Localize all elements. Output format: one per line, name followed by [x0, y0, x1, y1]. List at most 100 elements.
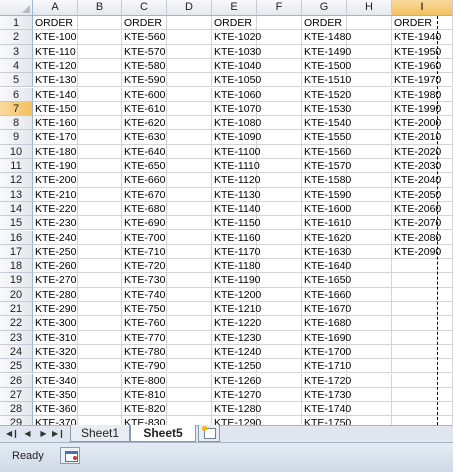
cell-a19[interactable]: KTE-270	[33, 273, 78, 288]
cell-d29[interactable]	[167, 416, 212, 425]
cell-b11[interactable]	[78, 159, 122, 174]
cell-a21[interactable]: KTE-290	[33, 302, 78, 317]
cell-i6[interactable]: KTE-1980	[392, 87, 453, 102]
cell-d24[interactable]	[167, 344, 212, 360]
cell-a13[interactable]: KTE-210	[33, 187, 78, 202]
cell-g15[interactable]: KTE-1610	[302, 216, 351, 231]
cell-i2[interactable]: KTE-1940	[392, 30, 453, 45]
cell-e10[interactable]: KTE-1100	[212, 144, 261, 159]
cell-h7[interactable]	[347, 101, 392, 117]
cell-f5[interactable]	[257, 73, 302, 88]
cell-a22[interactable]: KTE-300	[33, 316, 78, 331]
row-header-9[interactable]: 9	[0, 130, 33, 145]
row-header-6[interactable]: 6	[0, 87, 33, 102]
cell-d8[interactable]	[167, 116, 212, 131]
cell-f22[interactable]	[257, 316, 302, 331]
cell-g13[interactable]: KTE-1590	[302, 187, 351, 202]
cell-h24[interactable]	[347, 344, 392, 360]
cell-e7[interactable]: KTE-1070	[212, 101, 261, 117]
cell-g11[interactable]: KTE-1570	[302, 159, 351, 174]
row-header-15[interactable]: 15	[0, 216, 33, 231]
row-header-20[interactable]: 20	[0, 287, 33, 302]
cell-e22[interactable]: KTE-1220	[212, 316, 261, 331]
cell-g4[interactable]: KTE-1500	[302, 58, 351, 74]
cell-a24[interactable]: KTE-320	[33, 344, 78, 360]
cell-g8[interactable]: KTE-1540	[302, 116, 351, 131]
cell-b17[interactable]	[78, 244, 122, 260]
cell-a25[interactable]: KTE-330	[33, 359, 78, 374]
cell-h13[interactable]	[347, 187, 392, 202]
cell-f13[interactable]	[257, 187, 302, 202]
cell-b14[interactable]	[78, 201, 122, 217]
cell-h29[interactable]	[347, 416, 392, 425]
cell-f17[interactable]	[257, 244, 302, 260]
cell-f25[interactable]	[257, 359, 302, 374]
cell-c24[interactable]: KTE-780	[122, 344, 167, 360]
cell-e2[interactable]: KTE-1020	[212, 30, 261, 45]
cell-h3[interactable]	[347, 44, 392, 59]
cell-a17[interactable]: KTE-250	[33, 244, 78, 260]
cell-c23[interactable]: KTE-770	[122, 330, 167, 345]
row-header-21[interactable]: 21	[0, 302, 33, 317]
cell-e14[interactable]: KTE-1140	[212, 201, 261, 217]
row-header-23[interactable]: 23	[0, 330, 33, 345]
cell-g25[interactable]: KTE-1710	[302, 359, 351, 374]
cell-g19[interactable]: KTE-1650	[302, 273, 351, 288]
cell-d28[interactable]	[167, 402, 212, 417]
row-header-14[interactable]: 14	[0, 201, 33, 217]
cell-h25[interactable]	[347, 359, 392, 374]
column-header-i[interactable]: I	[392, 0, 453, 16]
cell-a4[interactable]: KTE-120	[33, 58, 78, 74]
cell-b19[interactable]	[78, 273, 122, 288]
cell-b27[interactable]	[78, 387, 122, 403]
horizontal-scroll-area[interactable]	[220, 426, 453, 442]
cell-a14[interactable]: KTE-220	[33, 201, 78, 217]
cell-i10[interactable]: KTE-2020	[392, 144, 453, 159]
row-header-29[interactable]: 29	[0, 416, 33, 425]
cell-c2[interactable]: KTE-560	[122, 30, 167, 45]
cell-b12[interactable]	[78, 173, 122, 188]
cell-c5[interactable]: KTE-590	[122, 73, 167, 88]
cell-i21[interactable]	[392, 302, 453, 317]
cell-i18[interactable]	[392, 259, 453, 274]
cell-e1[interactable]: ORDER	[212, 16, 257, 31]
cell-g5[interactable]: KTE-1510	[302, 73, 351, 88]
row-header-12[interactable]: 12	[0, 173, 33, 188]
cell-i19[interactable]	[392, 273, 453, 288]
cell-i24[interactable]	[392, 344, 453, 360]
cell-e13[interactable]: KTE-1130	[212, 187, 261, 202]
cell-c9[interactable]: KTE-630	[122, 130, 167, 145]
cell-c14[interactable]: KTE-680	[122, 201, 167, 217]
cell-c12[interactable]: KTE-660	[122, 173, 167, 188]
cell-c10[interactable]: KTE-640	[122, 144, 167, 159]
cell-d12[interactable]	[167, 173, 212, 188]
cell-a8[interactable]: KTE-160	[33, 116, 78, 131]
row-header-2[interactable]: 2	[0, 30, 33, 45]
cell-h12[interactable]	[347, 173, 392, 188]
cell-h8[interactable]	[347, 116, 392, 131]
cell-c7[interactable]: KTE-610	[122, 101, 167, 117]
cell-a28[interactable]: KTE-360	[33, 402, 78, 417]
cell-i27[interactable]	[392, 387, 453, 403]
cell-g18[interactable]: KTE-1640	[302, 259, 351, 274]
cell-d6[interactable]	[167, 87, 212, 102]
cell-c18[interactable]: KTE-720	[122, 259, 167, 274]
cell-b9[interactable]	[78, 130, 122, 145]
cell-c3[interactable]: KTE-570	[122, 44, 167, 59]
cell-i11[interactable]: KTE-2030	[392, 159, 453, 174]
cell-e3[interactable]: KTE-1030	[212, 44, 261, 59]
cell-c27[interactable]: KTE-810	[122, 387, 167, 403]
insert-worksheet-button[interactable]	[198, 425, 220, 442]
cell-h4[interactable]	[347, 58, 392, 74]
cell-g21[interactable]: KTE-1670	[302, 302, 351, 317]
cell-g7[interactable]: KTE-1530	[302, 101, 351, 117]
cell-i4[interactable]: KTE-1960	[392, 58, 453, 74]
cell-h16[interactable]	[347, 230, 392, 245]
cell-f23[interactable]	[257, 330, 302, 345]
select-all-corner[interactable]	[0, 0, 33, 16]
cell-g27[interactable]: KTE-1730	[302, 387, 351, 403]
cell-g9[interactable]: KTE-1550	[302, 130, 351, 145]
cell-f18[interactable]	[257, 259, 302, 274]
cell-b10[interactable]	[78, 144, 122, 159]
cell-a20[interactable]: KTE-280	[33, 287, 78, 302]
